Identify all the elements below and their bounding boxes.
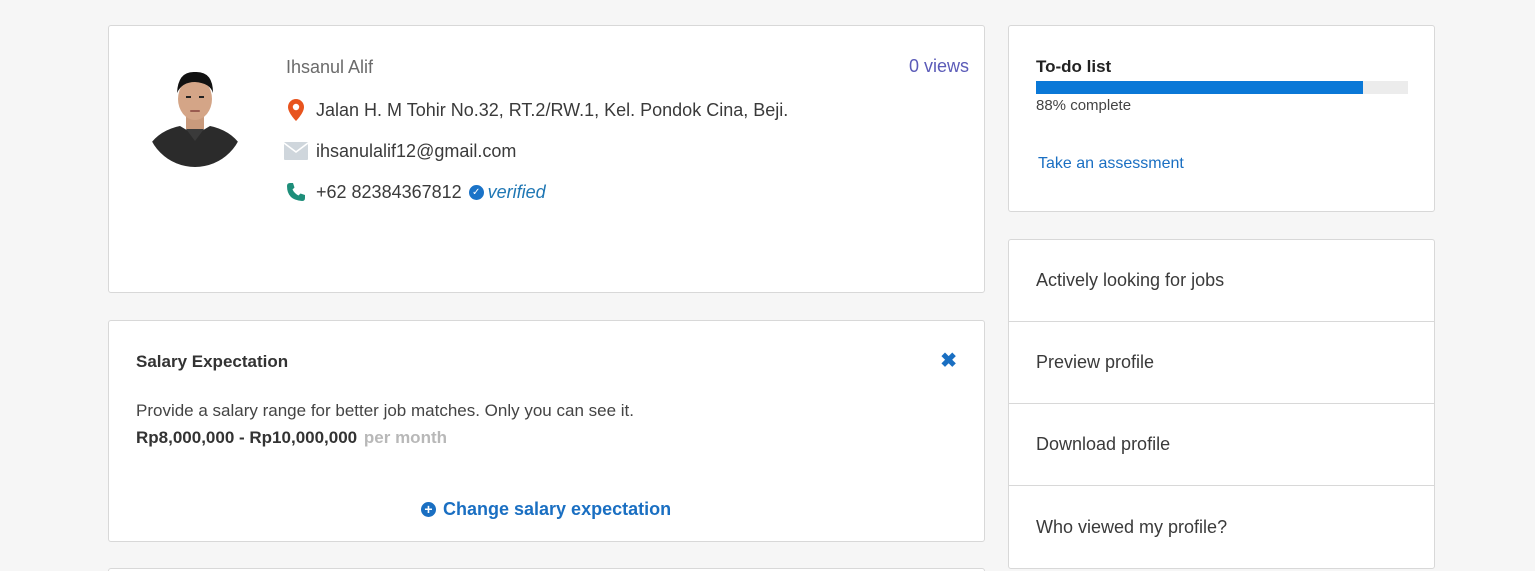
take-assessment-link[interactable]: Take an assessment [1038, 155, 1184, 173]
salary-range: Rp8,000,000 - Rp10,000,000 per month [136, 428, 447, 448]
profile-card: Ihsanul Alif 0 views Jalan H. M Tohir No… [108, 25, 985, 293]
todo-card: To-do list 88% complete Take an assessme… [1008, 25, 1435, 212]
salary-period: per month [363, 428, 447, 447]
menu-item-actively-looking[interactable]: Actively looking for jobs [1009, 240, 1434, 322]
menu-item-who-viewed[interactable]: Who viewed my profile? [1009, 486, 1434, 568]
change-salary-label: Change salary expectation [443, 499, 672, 519]
envelope-icon [284, 139, 308, 163]
phone-icon [284, 180, 308, 204]
verified-label: verified [487, 181, 546, 202]
salary-expectation-card: Salary Expectation ✖ Provide a salary ra… [108, 320, 985, 542]
address-text: Jalan H. M Tohir No.32, RT.2/RW.1, Kel. … [316, 99, 789, 120]
menu-item-preview-profile[interactable]: Preview profile [1009, 322, 1434, 404]
close-icon[interactable]: ✖ [940, 351, 957, 371]
location-pin-icon [284, 98, 308, 122]
address-row: Jalan H. M Tohir No.32, RT.2/RW.1, Kel. … [284, 98, 788, 122]
progress-bar [1036, 81, 1408, 94]
phone-text: +62 82384367812 [316, 181, 462, 202]
phone-row: +62 82384367812 ✓ verified [284, 180, 546, 204]
salary-description: Provide a salary range for better job ma… [136, 401, 634, 420]
email-row: ihsanulalif12@gmail.com [284, 139, 516, 163]
views-count-link[interactable]: 0 views [909, 56, 969, 77]
change-salary-button[interactable]: + Change salary expectation [421, 499, 671, 520]
progress-fill [1036, 81, 1364, 94]
progress-label: 88% complete [1036, 97, 1132, 114]
plus-circle-icon: + [421, 502, 436, 517]
check-circle-icon: ✓ [468, 184, 484, 200]
profile-menu-card: Actively looking for jobs Preview profil… [1008, 239, 1435, 569]
menu-item-download-profile[interactable]: Download profile [1009, 404, 1434, 486]
avatar[interactable] [146, 63, 244, 167]
todo-title: To-do list [1036, 57, 1112, 76]
salary-amount: Rp8,000,000 - Rp10,000,000 [136, 428, 358, 447]
email-text: ihsanulalif12@gmail.com [316, 140, 517, 161]
profile-name: Ihsanul Alif [286, 57, 374, 77]
salary-title: Salary Expectation [136, 352, 289, 371]
